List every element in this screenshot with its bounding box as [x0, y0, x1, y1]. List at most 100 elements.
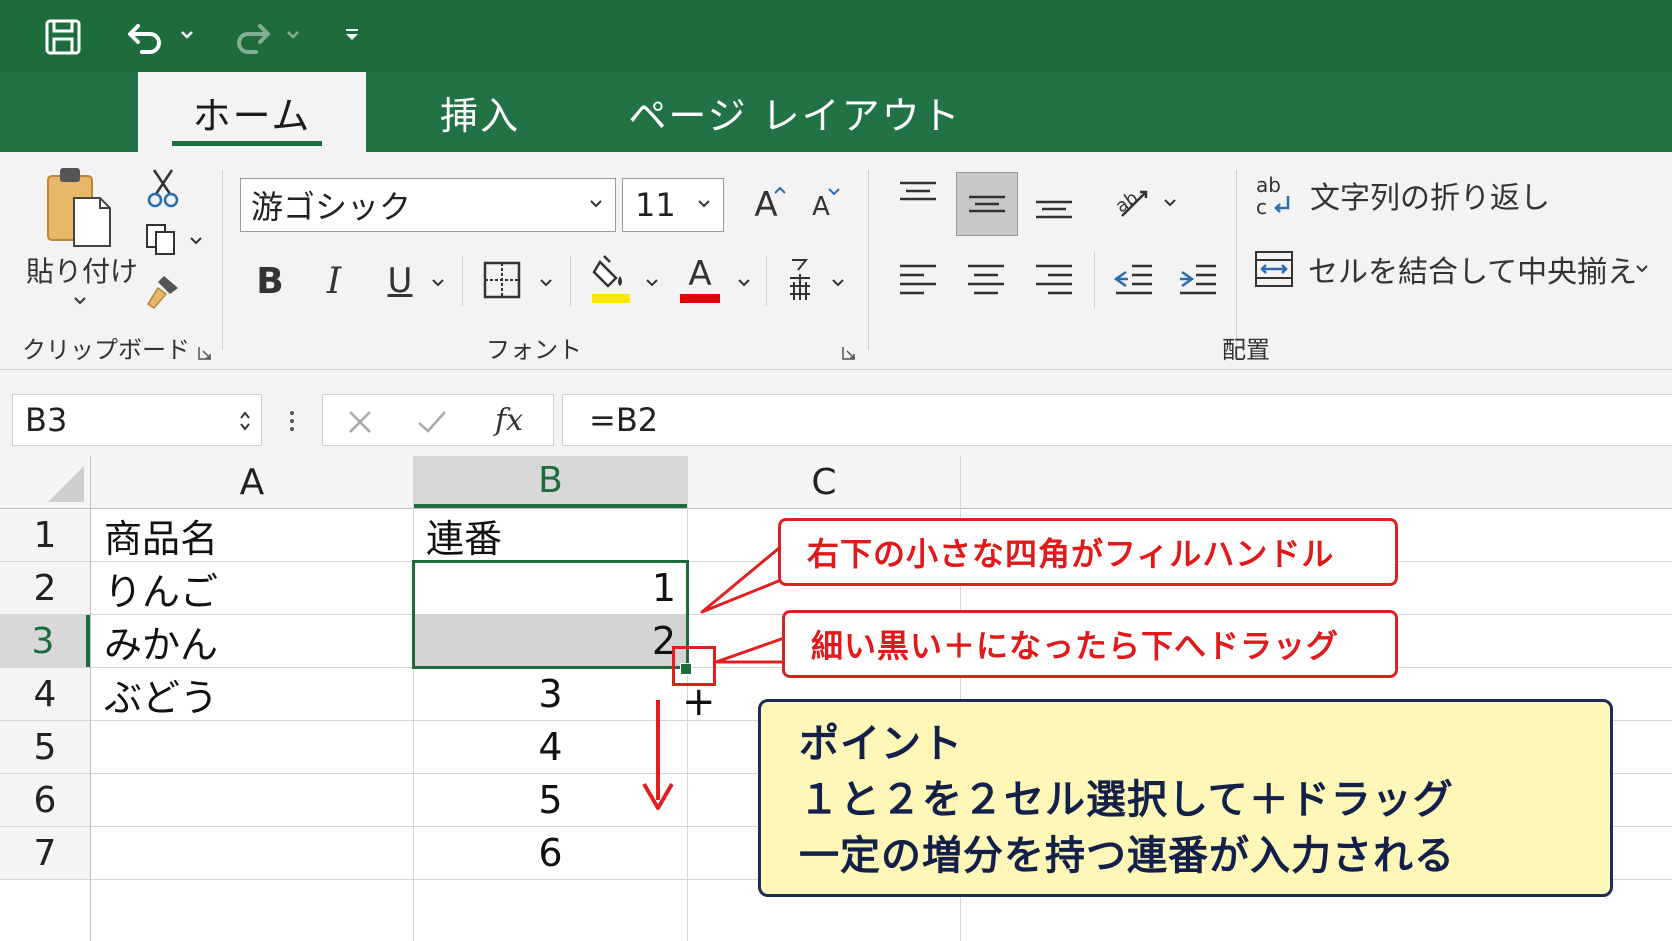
- align-top-icon[interactable]: [896, 180, 940, 210]
- font-color-button[interactable]: A: [678, 252, 722, 304]
- insert-function-icon[interactable]: fx: [495, 403, 523, 438]
- name-box-value: B3: [25, 401, 68, 439]
- separator: [1236, 170, 1237, 350]
- font-size-select[interactable]: 11: [622, 178, 724, 232]
- wrap-text-button[interactable]: ab c 文字列の折り返し: [1254, 170, 1550, 220]
- cell-a2[interactable]: りんご: [104, 562, 404, 614]
- phonetic-guide-icon[interactable]: [784, 256, 816, 304]
- align-right-icon[interactable]: [1032, 262, 1076, 298]
- underline-dropdown-icon[interactable]: [432, 278, 444, 288]
- row-header-1[interactable]: 1: [0, 509, 90, 561]
- tab-home[interactable]: ホーム: [138, 72, 366, 152]
- save-icon[interactable]: [44, 18, 82, 56]
- tab-page-layout-label: ページ レイアウト: [628, 93, 962, 138]
- separator: [868, 170, 869, 350]
- ribbon: 貼り付け クリップボード 游ゴシック 11 A A B I U A フォント a…: [0, 152, 1672, 370]
- customize-toolbar-icon[interactable]: [344, 28, 360, 42]
- formula-input[interactable]: =B2: [562, 394, 1672, 446]
- svg-text:ab: ab: [1112, 187, 1142, 217]
- phonetic-dropdown-icon[interactable]: [832, 278, 844, 288]
- row-header-3[interactable]: 3: [0, 615, 90, 667]
- point-box: ポイント １と２を２セル選択して＋ドラッグ 一定の増分を持つ連番が入力される: [758, 699, 1613, 897]
- callout-fill-handle: 右下の小さな四角がフィルハンドル: [778, 518, 1398, 586]
- font-launcher-icon[interactable]: [842, 346, 856, 360]
- merge-center-button[interactable]: セルを結合して中央揃え: [1254, 244, 1637, 294]
- select-all-triangle-icon: [48, 466, 84, 502]
- align-bottom-icon[interactable]: [1032, 190, 1076, 220]
- row-header-6[interactable]: 6: [0, 774, 90, 826]
- underline-button[interactable]: U: [378, 254, 422, 308]
- underline-glyph: U: [387, 261, 413, 301]
- enter-check-icon[interactable]: [417, 409, 447, 435]
- formula-actions: fx: [322, 394, 554, 446]
- increase-indent-icon[interactable]: [1176, 262, 1220, 298]
- alignment-group-label: 配置: [1222, 336, 1270, 364]
- cell-b1[interactable]: 連番: [426, 509, 676, 561]
- cancel-icon[interactable]: [347, 409, 373, 435]
- undo-icon[interactable]: [126, 18, 166, 56]
- tab-insert[interactable]: 挿入: [420, 72, 540, 152]
- row-header-5[interactable]: 5: [0, 721, 90, 773]
- select-all-corner[interactable]: [0, 456, 90, 508]
- cell-a4[interactable]: ぶどう: [104, 668, 404, 720]
- align-middle-icon: [969, 195, 1005, 213]
- decrease-indent-icon[interactable]: [1112, 262, 1156, 298]
- italic-button[interactable]: I: [312, 254, 356, 308]
- bold-button[interactable]: B: [248, 254, 292, 308]
- grid-line: [90, 456, 91, 941]
- orientation-icon[interactable]: ab: [1112, 180, 1152, 220]
- selection-range-b2-b3: [412, 560, 689, 669]
- separator: [222, 170, 223, 350]
- cell-b7[interactable]: 6: [414, 827, 687, 879]
- merge-dropdown-icon[interactable]: [1636, 264, 1648, 274]
- paste-icon[interactable]: [44, 164, 114, 248]
- borders-icon[interactable]: [482, 260, 522, 300]
- formula-bar-handle-icon[interactable]: [289, 410, 295, 432]
- title-bar: [0, 0, 1672, 72]
- font-color-dropdown-icon[interactable]: [738, 278, 750, 288]
- point-line-1: １と２を２セル選択して＋ドラッグ: [799, 777, 1454, 823]
- tab-insert-label: 挿入: [439, 93, 520, 138]
- copy-dropdown-icon[interactable]: [190, 236, 202, 246]
- decrease-font-size-button[interactable]: A: [800, 182, 842, 232]
- row-header-4[interactable]: 4: [0, 668, 90, 720]
- column-header-b[interactable]: B: [414, 456, 687, 508]
- increase-font-size-button[interactable]: A: [744, 178, 788, 232]
- undo-dropdown-icon[interactable]: [180, 30, 194, 40]
- align-left-icon[interactable]: [896, 262, 940, 298]
- wrap-text-icon: ab c: [1256, 173, 1290, 218]
- clipboard-launcher-icon[interactable]: [198, 346, 212, 360]
- redo-icon: [237, 24, 270, 54]
- font-size-value: 11: [635, 186, 676, 224]
- row-header-2[interactable]: 2: [0, 562, 90, 614]
- fill-color-icon[interactable]: [590, 252, 634, 304]
- format-painter-icon[interactable]: [144, 274, 182, 310]
- paste-button-label[interactable]: 貼り付け: [22, 250, 142, 290]
- chevron-down-icon: [698, 200, 710, 208]
- column-header-a[interactable]: A: [91, 456, 413, 508]
- font-name-select[interactable]: 游ゴシック: [240, 178, 616, 232]
- column-header-empty[interactable]: [961, 456, 1672, 508]
- cell-a3[interactable]: みかん: [104, 615, 404, 667]
- tab-page-layout[interactable]: ページ レイアウト: [620, 72, 970, 152]
- row-header-7[interactable]: 7: [0, 827, 90, 879]
- callout-drag-down: 細い黒い＋になったら下へドラッグ: [782, 610, 1398, 678]
- cut-icon[interactable]: [146, 168, 180, 208]
- column-header-c[interactable]: C: [688, 456, 960, 508]
- align-center-icon[interactable]: [964, 262, 1008, 298]
- separator: [570, 256, 571, 306]
- orientation-dropdown-icon[interactable]: [1164, 198, 1176, 208]
- cell-a1[interactable]: 商品名: [104, 509, 404, 561]
- shrink-font-glyph: A: [812, 192, 830, 222]
- name-box[interactable]: B3: [12, 394, 262, 446]
- align-middle-button[interactable]: [956, 172, 1018, 236]
- active-tab-underline: [172, 141, 322, 146]
- callout-pointer-1: [700, 542, 787, 614]
- svg-text:c: c: [1256, 195, 1267, 218]
- paste-dropdown-icon[interactable]: [74, 296, 86, 306]
- borders-dropdown-icon[interactable]: [540, 278, 552, 288]
- ribbon-tabs: ホーム 挿入 ページ レイアウト: [0, 72, 1672, 152]
- copy-icon[interactable]: [144, 222, 180, 258]
- point-title: ポイント: [799, 721, 963, 767]
- fill-color-dropdown-icon[interactable]: [646, 278, 658, 288]
